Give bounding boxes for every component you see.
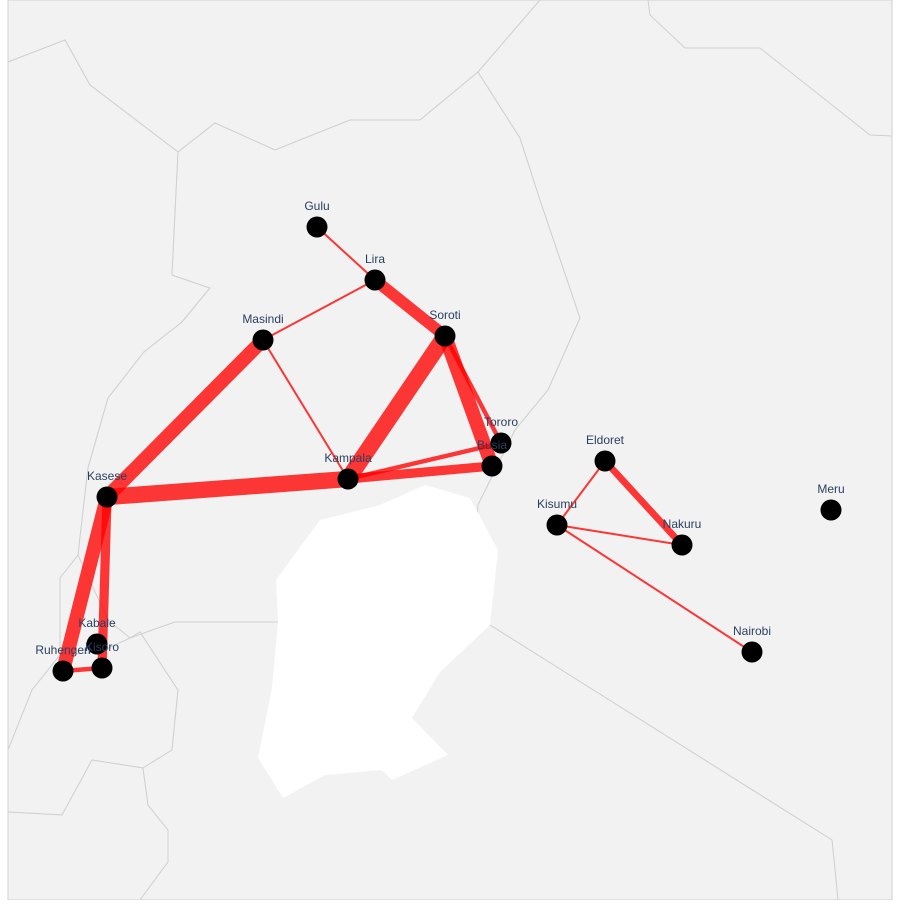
city-label-soroti: Soroti	[429, 308, 460, 322]
city-label-ruhengeri: Ruhengeri	[35, 643, 90, 657]
city-marker-nairobi[interactable]	[741, 641, 763, 663]
city-marker-gulu[interactable]	[306, 216, 328, 238]
city-label-nairobi: Nairobi	[733, 624, 771, 638]
city-label-nakuru: Nakuru	[663, 517, 702, 531]
basemap	[7, 0, 893, 901]
city-label-kampala: Kampala	[324, 451, 372, 465]
city-label-kasese: Kasese	[87, 469, 127, 483]
city-label-busia: Busia	[477, 438, 507, 452]
city-marker-kisumu[interactable]	[546, 514, 568, 536]
city-marker-meru[interactable]	[820, 499, 842, 521]
city-marker-eldoret[interactable]	[594, 450, 616, 472]
city-label-kabale: Kabale	[78, 616, 116, 630]
city-marker-kampala[interactable]	[337, 468, 359, 490]
city-marker-lira[interactable]	[364, 269, 386, 291]
city-label-tororo: Tororo	[484, 415, 518, 429]
city-marker-ruhengeri[interactable]	[52, 660, 74, 682]
city-marker-kasese[interactable]	[96, 486, 118, 508]
city-label-lira: Lira	[365, 252, 385, 266]
city-marker-nakuru[interactable]	[671, 534, 693, 556]
map-canvas[interactable]: Gulu Lira Masindi Soroti Tororo Busia Kampala K…	[0, 0, 900, 901]
route-map[interactable]: Gulu Lira Masindi Soroti Tororo Busia Kampala K…	[0, 0, 900, 901]
city-marker-soroti[interactable]	[434, 325, 456, 347]
city-label-eldoret: Eldoret	[586, 433, 625, 447]
city-label-kisoro: Kisoro	[85, 640, 119, 654]
city-label-masindi: Masindi	[242, 312, 283, 326]
city-marker-masindi[interactable]	[252, 329, 274, 351]
city-label-gulu: Gulu	[304, 199, 329, 213]
city-label-meru: Meru	[817, 482, 844, 496]
city-marker-kisoro[interactable]	[91, 657, 113, 679]
city-label-kisumu: Kisumu	[537, 497, 577, 511]
city-marker-busia[interactable]	[481, 455, 503, 477]
